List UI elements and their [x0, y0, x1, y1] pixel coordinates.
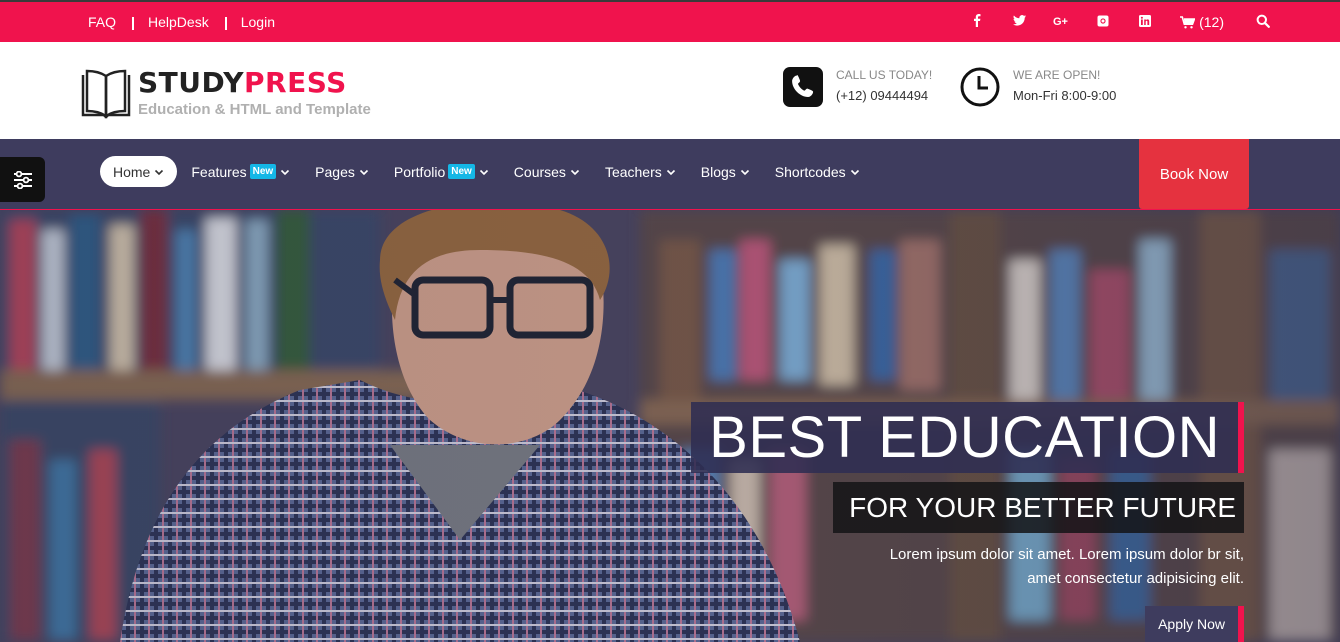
search-icon[interactable]	[1256, 14, 1270, 28]
nav-item-portfolio[interactable]: Portfolio New	[394, 156, 489, 187]
call-number[interactable]: (+12) 09444494	[836, 88, 932, 103]
nav-menu: Home Features New Pages Portfolio New Cour…	[100, 156, 885, 187]
brand-tagline: Education & HTML and Template	[138, 101, 371, 118]
site-header: STUDYPRESS Education & HTML and Template…	[0, 42, 1340, 139]
open-label: WE ARE OPEN!	[1013, 68, 1101, 82]
new-badge: New	[249, 164, 277, 179]
facebook-icon[interactable]	[956, 14, 998, 30]
nav-item-blogs[interactable]: Blogs	[701, 156, 750, 187]
book-icon	[81, 69, 131, 119]
twitter-icon[interactable]	[998, 15, 1040, 29]
cart-icon	[1180, 15, 1196, 28]
hero-slider: BEST EDUCATION FOR YOUR BETTER FUTURE Lo…	[0, 210, 1340, 642]
chevron-down-icon	[740, 169, 749, 175]
cart-count: (12)	[1199, 14, 1224, 30]
nav-item-shortcodes[interactable]: Shortcodes	[775, 156, 860, 187]
chevron-down-icon	[281, 169, 290, 175]
helpdesk-link[interactable]: HelpDesk	[132, 14, 225, 30]
chevron-down-icon	[155, 169, 164, 175]
faq-link[interactable]: FAQ	[88, 14, 132, 30]
brand: STUDYPRESS Education & HTML and Template	[138, 66, 371, 119]
instagram-icon[interactable]	[1082, 15, 1124, 30]
chevron-down-icon	[359, 169, 368, 175]
hero-subtitle: FOR YOUR BETTER FUTURE	[833, 482, 1244, 533]
settings-toggle[interactable]	[0, 157, 45, 202]
top-links: FAQ HelpDesk Login	[88, 2, 291, 42]
nav-item-home[interactable]: Home	[100, 156, 178, 187]
brand-name: STUDYPRESS	[138, 66, 347, 99]
top-bar: FAQ HelpDesk Login G+ (12)	[0, 0, 1340, 42]
chevron-down-icon	[850, 169, 859, 175]
hero-description: Lorem ipsum dolor sit amet. Lorem ipsum …	[889, 546, 1244, 587]
google-plus-icon[interactable]: G+	[1040, 15, 1082, 29]
social-links: G+ (12)	[956, 2, 1224, 42]
open-hours: Mon-Fri 8:00-9:00	[1013, 88, 1117, 103]
site-logo[interactable]: STUDYPRESS Education & HTML and Template	[80, 67, 371, 119]
clock-icon	[960, 67, 1000, 107]
hero-title: BEST EDUCATION	[691, 402, 1244, 473]
call-label: CALL US TODAY!	[836, 68, 933, 82]
svg-text:G+: G+	[1053, 16, 1068, 26]
chevron-down-icon	[666, 169, 675, 175]
main-nav: Home Features New Pages Portfolio New Cour…	[0, 139, 1340, 210]
apply-now-button[interactable]: Apply Now	[1145, 606, 1244, 642]
chevron-down-icon	[570, 169, 580, 175]
hours-info: WE ARE OPEN! Mon-Fri 8:00-9:00	[960, 67, 1116, 107]
nav-item-features[interactable]: Features New	[191, 156, 290, 187]
chevron-down-icon	[479, 169, 488, 175]
book-now-button[interactable]: Book Now	[1139, 139, 1249, 209]
linkedin-icon[interactable]	[1124, 14, 1166, 30]
nav-item-teachers[interactable]: Teachers	[605, 156, 676, 187]
login-link[interactable]: Login	[224, 14, 291, 30]
nav-item-courses[interactable]: Courses	[514, 156, 580, 187]
call-info: CALL US TODAY! (+12) 09444494	[783, 67, 932, 107]
cart-link[interactable]: (12)	[1180, 14, 1224, 30]
phone-icon	[783, 67, 823, 107]
sliders-icon	[13, 170, 32, 189]
new-badge: New	[448, 164, 475, 179]
nav-item-pages[interactable]: Pages	[315, 156, 369, 187]
